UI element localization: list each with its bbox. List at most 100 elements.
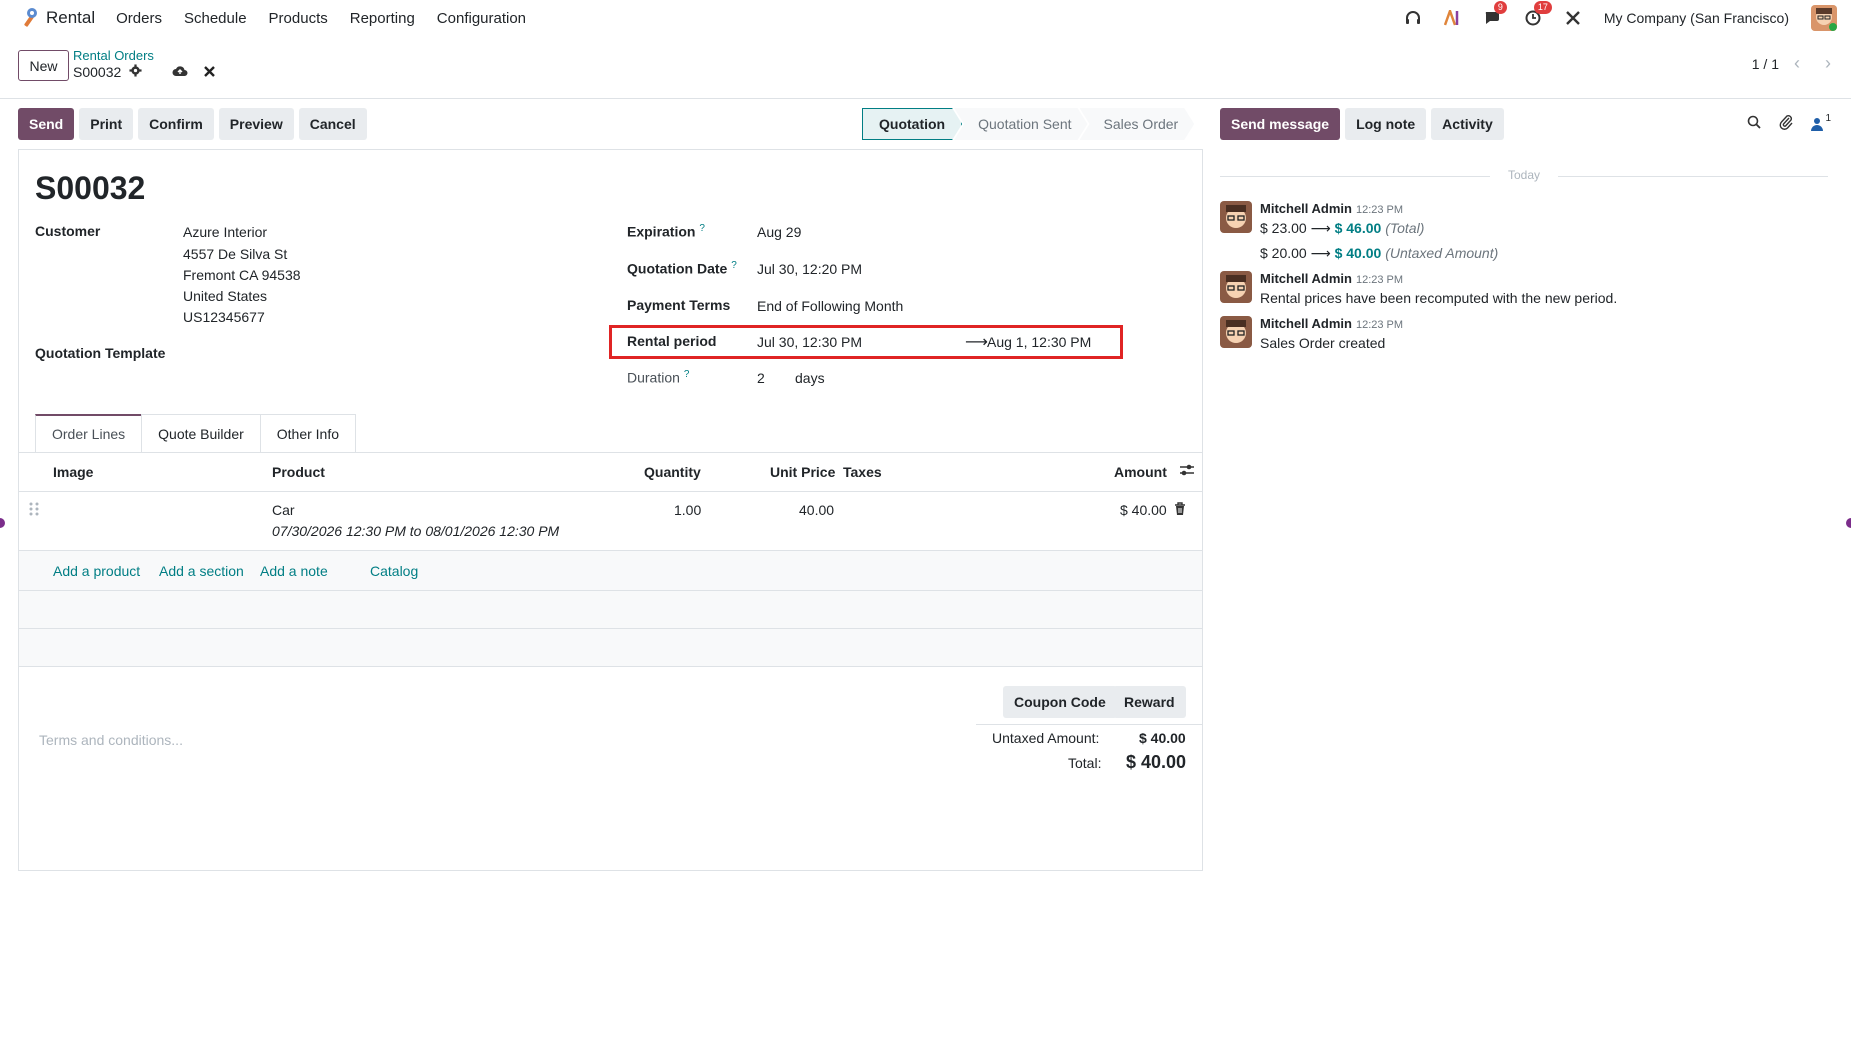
- user-avatar[interactable]: [1811, 5, 1837, 31]
- reward-button[interactable]: Reward: [1113, 686, 1186, 718]
- control-panel: New Rental Orders S00032 1 / 1 ‹ ›: [0, 36, 1851, 99]
- author-avatar[interactable]: [1220, 316, 1252, 348]
- quotation-date-label: Quotation Date ?: [627, 260, 737, 277]
- add-line-row: Add a product Add a section Add a note C…: [19, 551, 1202, 591]
- author-avatar[interactable]: [1220, 201, 1252, 233]
- stage-quotation[interactable]: Quotation: [862, 108, 962, 140]
- duration-unit: days: [795, 370, 825, 386]
- stage-quotation-sent[interactable]: Quotation Sent: [954, 108, 1087, 140]
- rental-start-field[interactable]: Jul 30, 12:30 PM: [757, 334, 862, 350]
- chat-icon[interactable]: 9: [1484, 1, 1507, 27]
- message-author[interactable]: Mitchell Admin 12:23 PM: [1260, 201, 1403, 216]
- main-menu: Orders Schedule Products Reporting Confi…: [105, 10, 537, 27]
- menu-schedule[interactable]: Schedule: [173, 10, 258, 27]
- status-bar: Quotation Quotation Sent Sales Order: [862, 108, 1194, 140]
- trash-icon[interactable]: [1174, 502, 1186, 519]
- followers-count: 1: [1825, 113, 1831, 124]
- coupon-code-button[interactable]: Coupon Code: [1003, 686, 1117, 718]
- duration-label: Duration ?: [627, 369, 690, 386]
- catalog-link[interactable]: Catalog: [370, 563, 418, 579]
- tab-order-lines[interactable]: Order Lines: [35, 414, 143, 452]
- gear-icon[interactable]: [129, 64, 142, 80]
- ai-icon[interactable]: [1443, 9, 1462, 27]
- message-body: Rental prices have been recomputed with …: [1260, 290, 1618, 306]
- menu-reporting[interactable]: Reporting: [339, 10, 426, 27]
- payment-terms-field[interactable]: End of Following Month: [757, 298, 903, 314]
- add-note-link[interactable]: Add a note: [260, 563, 328, 579]
- drag-handle-icon[interactable]: [29, 502, 39, 519]
- tracking-untaxed: $ 20.00 ⟶ $ 40.00 (Untaxed Amount): [1260, 245, 1499, 261]
- col-taxes[interactable]: Taxes: [843, 464, 882, 480]
- breadcrumb-rental-orders[interactable]: Rental Orders: [73, 48, 215, 63]
- stage-sales-order[interactable]: Sales Order: [1080, 108, 1195, 140]
- expiration-field[interactable]: Aug 29: [757, 224, 801, 240]
- chatter-topbar: Send message Log note Activity: [1220, 108, 1504, 140]
- customer-city: Fremont CA 94538: [183, 267, 301, 283]
- rental-end-field[interactable]: Aug 1, 12:30 PM: [987, 334, 1091, 350]
- tab-other-info[interactable]: Other Info: [259, 414, 357, 452]
- headset-icon[interactable]: [1404, 9, 1422, 27]
- col-quantity[interactable]: Quantity: [644, 464, 701, 480]
- send-message-button[interactable]: Send message: [1220, 108, 1341, 140]
- help-icon[interactable]: ?: [684, 369, 690, 380]
- row-unit-price[interactable]: 40.00: [799, 502, 834, 518]
- terms-input[interactable]: Terms and conditions...: [39, 732, 183, 748]
- search-icon[interactable]: [1747, 115, 1762, 133]
- activity-clock-icon[interactable]: 17: [1524, 1, 1552, 27]
- print-button[interactable]: Print: [79, 108, 134, 140]
- row-quantity[interactable]: 1.00: [674, 502, 701, 518]
- top-navbar: Rental Orders Schedule Products Reportin…: [0, 0, 1851, 36]
- message-author[interactable]: Mitchell Admin 12:23 PM: [1260, 316, 1403, 331]
- preview-button[interactable]: Preview: [218, 108, 294, 140]
- message-body: Sales Order created: [1260, 335, 1386, 351]
- activity-button[interactable]: Activity: [1431, 108, 1504, 140]
- empty-row: [19, 591, 1202, 629]
- confirm-button[interactable]: Confirm: [138, 108, 214, 140]
- company-switcher[interactable]: My Company (San Francisco): [1604, 10, 1789, 26]
- menu-products[interactable]: Products: [258, 10, 339, 27]
- col-product[interactable]: Product: [272, 464, 325, 480]
- paperclip-icon[interactable]: [1779, 114, 1793, 134]
- save-cloud-icon[interactable]: [172, 64, 188, 80]
- pager-previous-icon[interactable]: ‹: [1786, 52, 1808, 74]
- pager-next-icon[interactable]: ›: [1817, 52, 1839, 74]
- window-edge-handle[interactable]: [0, 518, 5, 528]
- col-unit-price[interactable]: Unit Price: [770, 464, 835, 480]
- col-amount[interactable]: Amount: [1114, 464, 1167, 480]
- help-icon[interactable]: ?: [731, 260, 737, 271]
- send-button[interactable]: Send: [18, 108, 75, 140]
- cancel-button[interactable]: Cancel: [298, 108, 367, 140]
- tools-icon[interactable]: [1564, 9, 1582, 27]
- followers-icon[interactable]: 1: [1811, 113, 1831, 131]
- duration-field[interactable]: 2: [757, 370, 765, 386]
- column-settings-icon[interactable]: [1179, 462, 1195, 481]
- customer-label: Customer: [35, 223, 101, 239]
- add-product-link[interactable]: Add a product: [53, 563, 140, 579]
- window-edge-handle[interactable]: [1846, 518, 1851, 528]
- app-logo[interactable]: Rental: [18, 7, 105, 29]
- untaxed-label: Untaxed Amount:: [992, 730, 1100, 746]
- discard-close-icon[interactable]: [204, 64, 216, 80]
- quotation-date-field[interactable]: Jul 30, 12:20 PM: [757, 261, 862, 277]
- app-name[interactable]: Rental: [46, 8, 95, 28]
- tab-quote-builder[interactable]: Quote Builder: [141, 414, 261, 452]
- author-avatar[interactable]: [1220, 271, 1252, 303]
- breadcrumb: Rental Orders S00032: [73, 48, 216, 80]
- row-product[interactable]: Car: [272, 502, 295, 518]
- message-author[interactable]: Mitchell Admin 12:23 PM: [1260, 271, 1403, 286]
- untaxed-value: $ 40.00: [1139, 730, 1186, 746]
- help-icon[interactable]: ?: [699, 223, 705, 234]
- rental-key-icon: [24, 8, 37, 27]
- pager-value[interactable]: 1 / 1: [1752, 56, 1779, 72]
- row-description: 07/30/2026 12:30 PM to 08/01/2026 12:30 …: [272, 523, 560, 539]
- table-row[interactable]: Car 07/30/2026 12:30 PM to 08/01/2026 12…: [19, 492, 1202, 551]
- form-sheet: S00032 Customer Azure Interior 4557 De S…: [18, 149, 1203, 871]
- new-button[interactable]: New: [18, 50, 69, 81]
- col-image[interactable]: Image: [53, 464, 93, 480]
- customer-name[interactable]: Azure Interior: [183, 224, 267, 240]
- menu-configuration[interactable]: Configuration: [426, 10, 537, 27]
- log-note-button[interactable]: Log note: [1345, 108, 1427, 140]
- add-section-link[interactable]: Add a section: [159, 563, 244, 579]
- menu-orders[interactable]: Orders: [105, 10, 173, 27]
- page-title: S00032: [35, 170, 146, 206]
